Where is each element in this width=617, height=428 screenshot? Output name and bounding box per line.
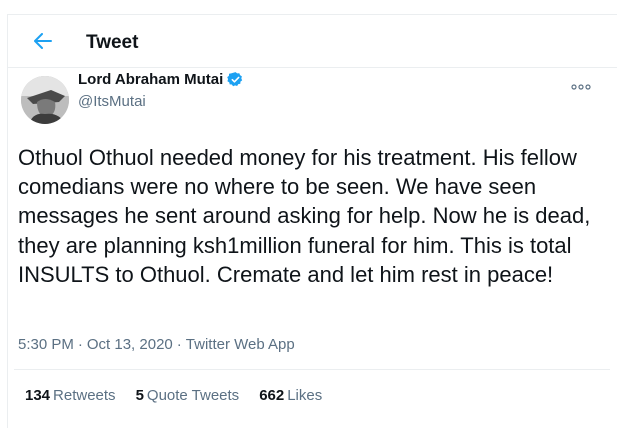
tweet-stats: 134 Retweets 5 Quote Tweets 662 Likes (25, 387, 322, 404)
arrow-left-icon (34, 33, 52, 49)
page-title: Tweet (86, 32, 139, 53)
quote-tweets-label: Quote Tweets (146, 387, 240, 404)
page-header: Tweet (8, 15, 617, 68)
tweet-time[interactable]: 5:30 PM (18, 336, 74, 353)
tweet-meta: 5:30 PM · Oct 13, 2020 · Twitter Web App (18, 336, 295, 353)
verified-badge-icon (227, 72, 243, 87)
tweet-source[interactable]: Twitter Web App (186, 336, 295, 353)
retweets-stat[interactable]: 134 Retweets (25, 387, 116, 404)
author-name[interactable]: Lord Abraham Mutai (78, 71, 223, 88)
meta-separator: · (77, 336, 83, 353)
back-button[interactable] (28, 26, 58, 56)
retweets-count: 134 (25, 387, 51, 404)
avatar[interactable] (21, 76, 69, 124)
likes-stat[interactable]: 662 Likes (259, 387, 322, 404)
avatar-image (21, 76, 69, 124)
likes-label: Likes (287, 387, 323, 404)
tweet-date[interactable]: Oct 13, 2020 (87, 336, 173, 353)
meta-separator: · (176, 336, 182, 353)
author-handle[interactable]: @ItsMutai (78, 93, 146, 110)
more-options-button[interactable] (569, 80, 593, 94)
quote-tweets-count: 5 (135, 387, 144, 404)
more-icon (571, 84, 591, 90)
divider (14, 369, 610, 370)
tweet-text: Othuol Othuol needed money for his treat… (18, 145, 591, 287)
retweets-label: Retweets (53, 387, 116, 404)
author-name-row[interactable]: Lord Abraham Mutai (78, 71, 244, 88)
quote-tweets-stat[interactable]: 5 Quote Tweets (136, 387, 240, 404)
likes-count: 662 (259, 387, 285, 404)
